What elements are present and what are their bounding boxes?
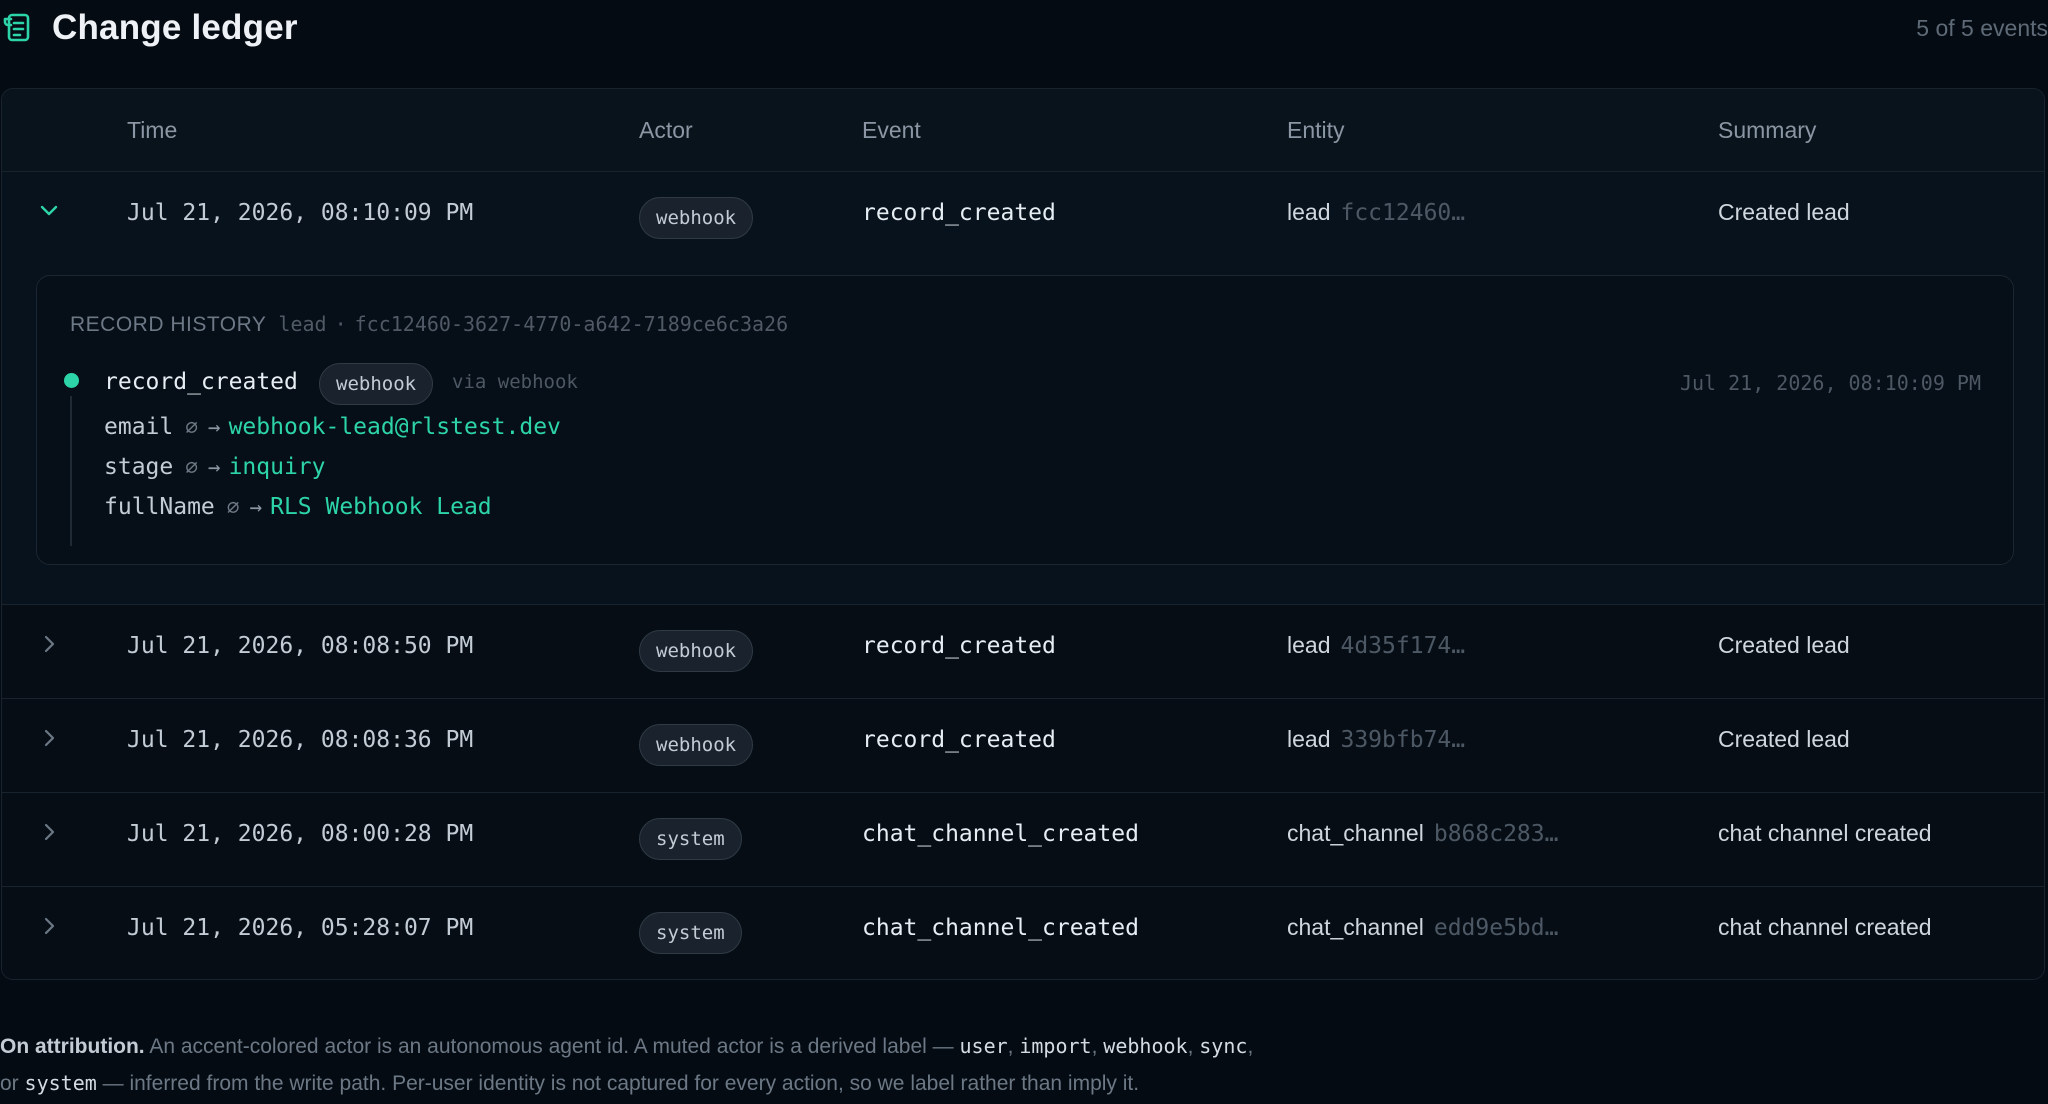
row-event: record_created xyxy=(862,200,1056,226)
label-system: system xyxy=(24,1071,97,1095)
timeline-dot xyxy=(64,373,79,388)
change-field: stage xyxy=(104,454,174,480)
row-time: Jul 21, 2026, 08:10:09 PM xyxy=(127,200,474,226)
column-header-event[interactable]: Event xyxy=(862,117,921,144)
field-change: email ∅ → webhook-lead@rlstest.dev xyxy=(104,414,561,440)
label-import: import xyxy=(1019,1034,1092,1058)
row-entity: chat_channel b868c283… xyxy=(1287,820,1558,847)
entity-type: lead xyxy=(1287,199,1331,225)
chevron-right-icon[interactable] xyxy=(38,633,60,655)
note-lead: On attribution. xyxy=(0,1035,145,1058)
history-entity-type: lead xyxy=(278,312,327,336)
note-text-2: — inferred from the write path. Per-user… xyxy=(102,1072,1140,1095)
row-event: record_created xyxy=(862,727,1056,753)
row-entity: lead 4d35f174… xyxy=(1287,632,1465,659)
actor-badge: webhook xyxy=(639,724,754,766)
entity-id: b868c283… xyxy=(1433,821,1559,847)
timeline-line xyxy=(70,396,72,546)
label-sync: sync xyxy=(1199,1034,1248,1058)
record-history-header: RECORD HISTORY lead · fcc12460-3627-4770-a6… xyxy=(70,312,788,337)
note-comma: , xyxy=(1091,1035,1098,1058)
record-history-panel: RECORD HISTORY lead · fcc12460-3627-4770-a6… xyxy=(36,275,2014,565)
entity-type: lead xyxy=(1287,726,1331,752)
entity-type: lead xyxy=(1287,632,1331,658)
chevron-down-icon[interactable] xyxy=(38,200,60,222)
row-time: Jul 21, 2026, 05:28:07 PM xyxy=(127,915,474,941)
change-to: inquiry xyxy=(228,454,326,480)
history-time: Jul 21, 2026, 08:10:09 PM xyxy=(1679,371,1981,395)
actor-badge: system xyxy=(639,912,742,954)
column-header-summary[interactable]: Summary xyxy=(1718,117,1816,144)
entity-id: 339bfb74… xyxy=(1340,727,1466,753)
chevron-right-icon[interactable] xyxy=(38,821,60,843)
history-entity-id: fcc12460-3627-4770-a642-7189ce6c3a26 xyxy=(354,312,789,336)
arrow-right-icon: → xyxy=(207,455,221,479)
field-change: fullName ∅ → RLS Webhook Lead xyxy=(104,494,492,520)
entity-type: chat_channel xyxy=(1287,820,1424,846)
row-time: Jul 21, 2026, 08:08:36 PM xyxy=(127,727,474,753)
note-comma: , xyxy=(1007,1035,1014,1058)
actor-badge: webhook xyxy=(639,630,754,672)
row-summary: chat channel created xyxy=(1718,820,1932,846)
history-event: record_created xyxy=(104,369,298,395)
row-entity: lead fcc12460… xyxy=(1287,199,1465,226)
row-summary: Created lead xyxy=(1718,199,1850,225)
change-from: ∅ xyxy=(185,415,198,439)
row-time: Jul 21, 2026, 08:00:28 PM xyxy=(127,821,474,847)
change-to: webhook-lead@rlstest.dev xyxy=(228,414,561,440)
row-event: chat_channel_created xyxy=(862,821,1139,847)
arrow-right-icon: → xyxy=(207,415,221,439)
note-comma: , xyxy=(1187,1035,1194,1058)
attribution-note: On attribution. An accent-colored actor … xyxy=(0,1028,1400,1102)
entity-type: chat_channel xyxy=(1287,914,1424,940)
change-field: fullName xyxy=(104,494,215,520)
column-header-entity[interactable]: Entity xyxy=(1287,117,1345,144)
history-separator: · xyxy=(334,312,347,336)
note-text: An accent-colored actor is an autonomous… xyxy=(149,1035,954,1058)
page-header: Change ledger 5 of 5 events xyxy=(0,0,2048,58)
label-webhook: webhook xyxy=(1103,1034,1188,1058)
row-entity: chat_channel edd9e5bd… xyxy=(1287,914,1558,941)
record-history-label: RECORD HISTORY xyxy=(70,313,267,336)
row-summary: Created lead xyxy=(1718,632,1850,658)
ledger-table: Time Actor Event Entity Summary Jul 21, … xyxy=(1,88,2045,980)
page-title: Change ledger xyxy=(52,8,298,47)
change-to: RLS Webhook Lead xyxy=(270,494,492,520)
column-header-actor[interactable]: Actor xyxy=(639,117,693,144)
column-header-time[interactable]: Time xyxy=(127,117,177,144)
row-time: Jul 21, 2026, 08:08:50 PM xyxy=(127,633,474,659)
change-from: ∅ xyxy=(226,495,240,519)
entity-id: 4d35f174… xyxy=(1340,633,1466,659)
row-entity: lead 339bfb74… xyxy=(1287,726,1465,753)
label-user: user xyxy=(959,1034,1008,1058)
row-summary: Created lead xyxy=(1718,726,1850,752)
row-event: chat_channel_created xyxy=(862,915,1139,941)
row-summary: chat channel created xyxy=(1718,914,1932,940)
chevron-right-icon[interactable] xyxy=(38,727,60,749)
history-actor-badge: webhook xyxy=(319,363,434,405)
entity-id: fcc12460… xyxy=(1340,200,1466,226)
event-count: 5 of 5 events xyxy=(1916,15,2048,41)
actor-badge: system xyxy=(639,818,742,860)
table-row[interactable]: Jul 21, 2026, 05:28:07 PM system chat_ch… xyxy=(2,887,2044,979)
note-or: or xyxy=(0,1072,19,1095)
ledger-scroll-icon xyxy=(3,13,30,42)
chevron-right-icon[interactable] xyxy=(38,915,60,937)
table-header: Time Actor Event Entity Summary xyxy=(2,89,2044,172)
actor-badge: webhook xyxy=(639,197,754,239)
change-from: ∅ xyxy=(185,455,198,479)
change-field: email xyxy=(104,414,174,440)
history-via: via webhook xyxy=(452,371,578,393)
row-event: record_created xyxy=(862,633,1056,659)
table-row[interactable]: Jul 21, 2026, 08:00:28 PM system chat_ch… xyxy=(2,793,2044,887)
entity-id: edd9e5bd… xyxy=(1433,915,1559,941)
table-row[interactable]: Jul 21, 2026, 08:08:36 PM webhook record… xyxy=(2,699,2044,793)
arrow-right-icon: → xyxy=(249,495,263,519)
table-row[interactable]: Jul 21, 2026, 08:10:09 PM webhook record… xyxy=(2,172,2044,605)
note-comma: , xyxy=(1247,1035,1254,1058)
field-change: stage ∅ → inquiry xyxy=(104,454,326,480)
table-row[interactable]: Jul 21, 2026, 08:08:50 PM webhook record… xyxy=(2,605,2044,699)
